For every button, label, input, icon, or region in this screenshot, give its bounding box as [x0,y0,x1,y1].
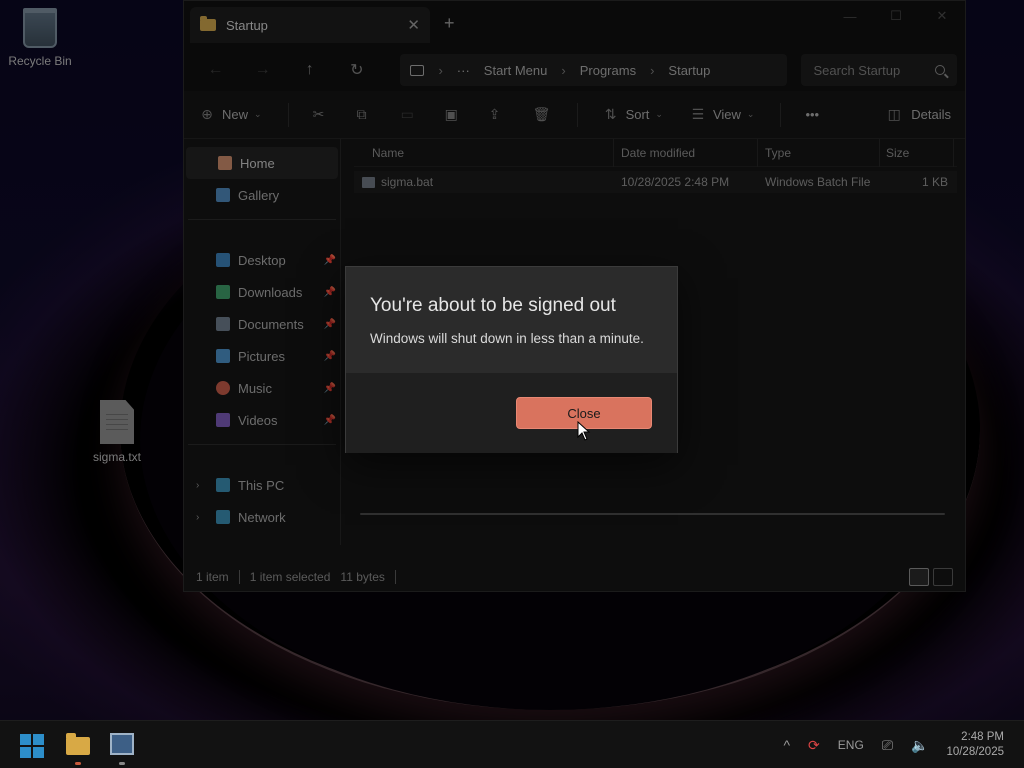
windows-logo-icon [33,747,44,758]
windows-logo-icon [20,747,31,758]
dialog-content: You're about to be signed out Windows wi… [346,267,677,373]
taskbar: ^ ⟳ ENG ⎚ 🔈 2:48 PM 10/28/2025 [0,720,1024,768]
volume-icon[interactable]: 🔈 [911,737,928,754]
dialog-message: Windows will shut down in less than a mi… [370,331,644,346]
clock-time: 2:48 PM [961,731,1004,743]
sign-out-dialog: You're about to be signed out Windows wi… [345,266,678,453]
running-indicator [119,762,125,765]
sync-alert-icon[interactable]: ⟳ [808,737,820,754]
taskbar-file-explorer[interactable] [64,731,92,765]
dialog-title: You're about to be signed out [370,295,616,316]
clock-date: 10/28/2025 [946,746,1004,758]
clock[interactable]: 2:48 PM 10/28/2025 [946,730,1004,760]
tray-overflow-chevron-icon[interactable]: ^ [783,737,790,753]
windows-logo-icon [20,734,31,745]
windows-logo-icon [33,734,44,745]
app-window-icon [110,733,134,755]
folder-icon [66,733,90,755]
start-button[interactable] [20,734,44,758]
network-icon[interactable]: ⎚ [882,737,893,754]
dialog-footer: Close [346,373,677,453]
language-indicator[interactable]: ENG [838,738,864,752]
system-tray: ^ ⟳ ENG ⎚ 🔈 2:48 PM 10/28/2025 [783,721,1024,768]
running-indicator [75,762,81,765]
taskbar-app-window[interactable] [108,731,136,765]
